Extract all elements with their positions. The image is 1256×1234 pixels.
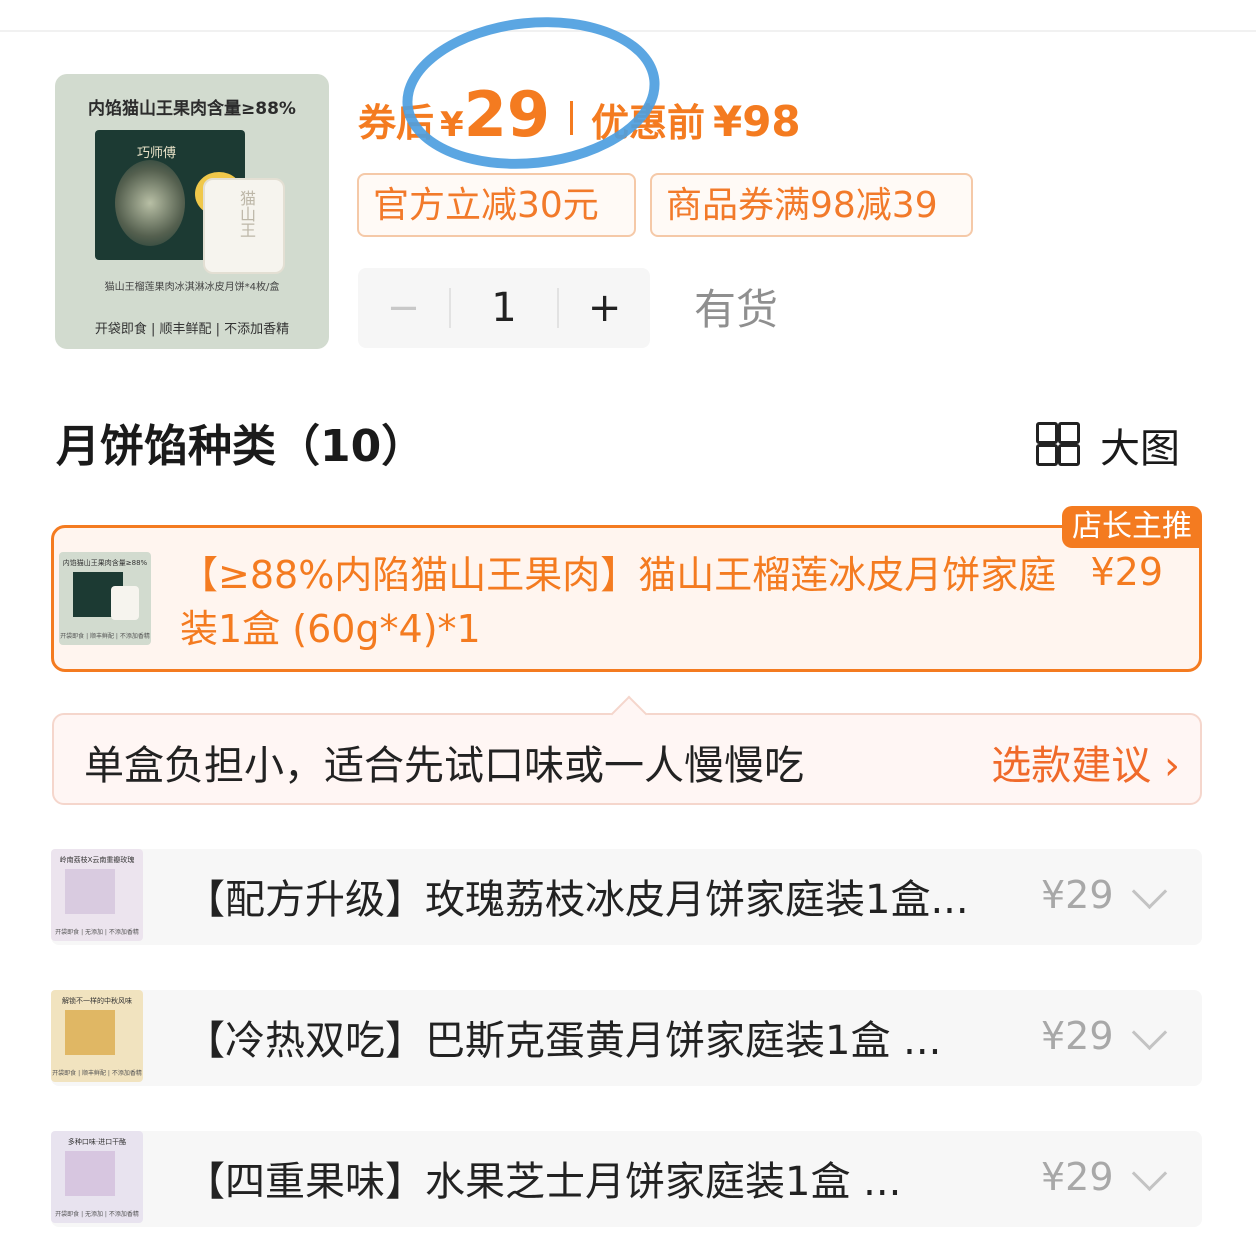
- thumbnail-title: 岭南荔枝X云南重瓣玫瑰: [59, 856, 135, 864]
- option-title: 【≥88%内陷猫山王果肉】猫山王榴莲冰皮月饼家庭装1盒 (60g*4)*1: [180, 553, 1057, 651]
- chevron-down-icon[interactable]: [1131, 1155, 1168, 1192]
- option-price: ¥29: [1041, 873, 1114, 917]
- quantity-stepper: − 1 +: [358, 268, 650, 348]
- option-item[interactable]: 多种口味·进口干酪 开袋即食 | 无添加 | 不添加香精 【四重果味】水果芝士月…: [51, 1131, 1202, 1227]
- discount-tag-official: 官方立减30元: [357, 173, 636, 237]
- thumbnail-footer: 开袋即食 | 顺丰鲜配 | 不添加香精: [52, 1070, 142, 1077]
- thumbnail-box: [65, 869, 115, 914]
- option-thumbnail: 内馅猫山王果肉含量≥88% 开袋即食 | 顺丰鲜配 | 不添加香精: [59, 552, 151, 645]
- option-item[interactable]: 岭南荔枝X云南重瓣玫瑰 开袋即食 | 无添加 | 不添加香精 【配方升级】玫瑰荔…: [51, 849, 1202, 945]
- stock-status: 有货: [694, 285, 779, 334]
- option-item[interactable]: 解锁不一样的中秋风味 开袋即食 | 顺丰鲜配 | 不添加香精 【冷热双吃】巴斯克…: [51, 990, 1202, 1086]
- option-price: ¥29: [1041, 1014, 1114, 1058]
- option-title: 【四重果味】水果芝士月饼家庭装1盒 ...: [185, 1159, 902, 1205]
- grid-view-icon[interactable]: [1036, 422, 1080, 466]
- thumbnail-cake: [111, 586, 139, 620]
- thumbnail-title: 解锁不一样的中秋风味: [62, 997, 132, 1005]
- product-image-caption: 猫山王榴莲果肉冰淇淋冰皮月饼*4枚/盒: [104, 282, 280, 293]
- option-thumbnail: 解锁不一样的中秋风味 开袋即食 | 顺丰鲜配 | 不添加香精: [51, 990, 143, 1082]
- option-thumbnail: 岭南荔枝X云南重瓣玫瑰 开袋即食 | 无添加 | 不添加香精: [51, 849, 143, 941]
- recommend-badge: 店长主推: [1062, 506, 1202, 548]
- chevron-down-icon[interactable]: [1131, 1014, 1168, 1051]
- suggestion-bubble: 单盒负担小，适合先试口味或一人慢慢吃 选款建议 ›: [52, 695, 1202, 805]
- large-view-toggle[interactable]: 大图: [1100, 416, 1180, 474]
- thumbnail-title: 多种口味·进口干酪: [67, 1138, 127, 1146]
- thumbnail-box: [65, 1151, 115, 1196]
- product-image-headline: 内馅猫山王果肉含量≥88%: [88, 99, 296, 119]
- section-title: 月饼馅种类（10）: [56, 421, 426, 472]
- thumbnail-footer: 开袋即食 | 顺丰鲜配 | 不添加香精: [60, 633, 150, 640]
- increase-button[interactable]: +: [559, 285, 650, 331]
- thumbnail-footer: 开袋即食 | 无添加 | 不添加香精: [55, 929, 139, 936]
- option-selected[interactable]: 店长主推 内馅猫山王果肉含量≥88% 开袋即食 | 顺丰鲜配 | 不添加香精 【…: [51, 506, 1202, 672]
- thumbnail-title: 内馅猫山王果肉含量≥88%: [62, 559, 148, 567]
- mooncake-stamp: 猫山王: [237, 190, 256, 238]
- suggestion-link[interactable]: 选款建议 ›: [991, 733, 1180, 791]
- top-divider: [0, 30, 1256, 32]
- bubble-arrow: [610, 695, 648, 733]
- durian-illustration: [115, 160, 185, 246]
- discount-tag-coupon: 商品券满98减39: [650, 173, 973, 237]
- thumbnail-box: [65, 1010, 115, 1055]
- product-image[interactable]: 内馅猫山王果肉含量≥88% 巧师傅 猫山王 猫山王榴莲果肉冰淇淋冰皮月饼*4枚/…: [55, 74, 329, 349]
- quantity-input[interactable]: 1: [448, 288, 560, 328]
- product-image-footer: 开袋即食 | 顺丰鲜配 | 不添加香精: [94, 322, 290, 337]
- option-price: ¥29: [1041, 1155, 1114, 1199]
- suggestion-message: 单盒负担小，适合先试口味或一人慢慢吃: [84, 743, 804, 789]
- chevron-down-icon[interactable]: [1131, 873, 1168, 910]
- thumbnail-footer: 开袋即食 | 无添加 | 不添加香精: [55, 1211, 139, 1218]
- option-title: 【配方升级】玫瑰荔枝冰皮月饼家庭装1盒...: [185, 877, 969, 923]
- option-price: ¥29: [1090, 550, 1163, 594]
- mooncake-illustration: 猫山王: [203, 178, 285, 274]
- decrease-button[interactable]: −: [358, 285, 449, 331]
- product-brand: 巧师傅: [137, 146, 177, 161]
- option-title: 【冷热双吃】巴斯克蛋黄月饼家庭装1盒 ...: [185, 1018, 942, 1064]
- price-before-value: ¥98: [712, 97, 801, 146]
- option-thumbnail: 多种口味·进口干酪 开袋即食 | 无添加 | 不添加香精: [51, 1131, 143, 1223]
